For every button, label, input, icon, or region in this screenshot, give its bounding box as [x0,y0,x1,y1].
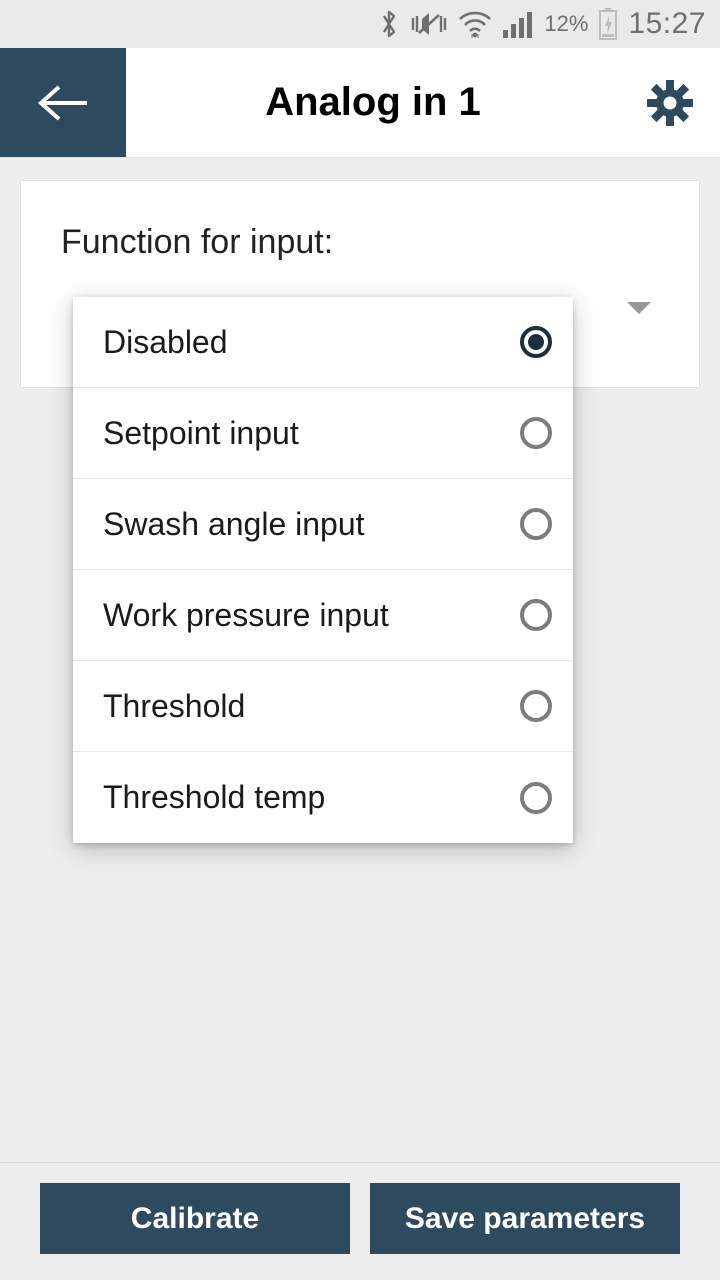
signal-icon [502,10,534,38]
wifi-icon [458,10,492,38]
save-parameters-button[interactable]: Save parameters [370,1183,680,1254]
option-label: Threshold [103,688,245,725]
function-options-popup: Disabled Setpoint input Swash angle input W… [73,297,573,843]
radio-unselected-icon [519,416,553,450]
battery-icon [598,8,618,40]
radio-unselected-icon [519,689,553,723]
option-row[interactable]: Threshold temp [73,752,573,843]
option-label: Threshold temp [103,779,325,816]
bluetooth-icon [378,8,400,40]
option-label: Setpoint input [103,415,299,452]
option-row[interactable]: Work pressure input [73,570,573,661]
status-bar: 12% 15:27 [0,0,720,48]
battery-percent: 12% [544,11,588,37]
option-row[interactable]: Threshold [73,661,573,752]
status-time: 15:27 [628,7,706,41]
option-label: Work pressure input [103,597,389,634]
bottom-bar: Calibrate Save parameters [0,1162,720,1280]
header: Analog in 1 [0,48,720,158]
calibrate-button[interactable]: Calibrate [40,1183,350,1254]
radio-unselected-icon [519,598,553,632]
page-title: Analog in 1 [265,80,481,125]
calibrate-label: Calibrate [131,1202,259,1236]
save-label: Save parameters [405,1202,645,1236]
radio-unselected-icon [519,507,553,541]
vibrate-mute-icon [410,9,448,39]
gear-icon [647,80,693,126]
radio-unselected-icon [519,781,553,815]
chevron-down-icon [625,300,653,316]
function-input-label: Function for input: [61,223,659,262]
option-label: Disabled [103,324,228,361]
option-row[interactable]: Setpoint input [73,388,573,479]
radio-selected-icon [519,325,553,359]
option-row[interactable]: Disabled [73,297,573,388]
option-row[interactable]: Swash angle input [73,479,573,570]
back-button[interactable] [0,48,126,157]
option-label: Swash angle input [103,506,365,543]
settings-button[interactable] [620,48,720,157]
arrow-left-icon [35,83,91,123]
